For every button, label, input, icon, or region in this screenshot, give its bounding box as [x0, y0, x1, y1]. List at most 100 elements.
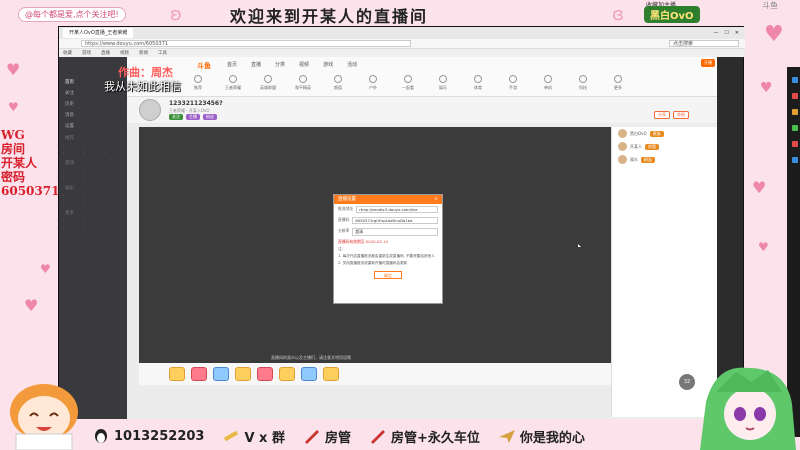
room-info: WG 房间 开某人 密码 6050371	[1, 128, 60, 198]
resolution-select[interactable]: 超清	[352, 228, 438, 236]
qq-contact: 1013252203	[92, 428, 204, 444]
window-controls: — ☐ ✕	[713, 30, 745, 36]
heart-icon: ♥	[40, 262, 51, 276]
gift-icon[interactable]	[235, 367, 251, 381]
rocket-icon	[304, 430, 319, 444]
heart-icon: ♥	[8, 100, 19, 114]
category-icon[interactable]: 单机	[537, 75, 559, 91]
heart-icon: ♥	[758, 240, 769, 254]
bookmarks-bar: 收藏 游戏 直播 视频 新闻 工具	[59, 49, 745, 57]
platform-watermark: 斗鱼	[762, 1, 778, 10]
search-input[interactable]: 点击搜索	[669, 40, 739, 47]
maximize-icon[interactable]: ☐	[724, 30, 728, 36]
pencil-icon	[224, 430, 239, 442]
browser-tab[interactable]: 开某人OvO直播_王者荣耀	[63, 28, 134, 38]
site-nav: 首页 直播 分类 视频 游戏 活动	[227, 61, 357, 68]
minimize-icon[interactable]: —	[713, 30, 718, 36]
penguin-icon	[95, 429, 107, 443]
category-icon[interactable]: 科技	[572, 75, 594, 91]
site-logo[interactable]: 斗鱼	[197, 61, 211, 71]
nav-item[interactable]: 直播	[251, 61, 261, 68]
gift-icon[interactable]	[191, 367, 207, 381]
category-icon[interactable]: 推荐	[187, 75, 209, 91]
room-tag[interactable]: 粉丝	[203, 114, 217, 120]
room-tags: 关注 主播 粉丝	[169, 114, 217, 120]
bottom-info-bar: 1013252203 V x 群 房管 房管+永久车位 你是我的心	[92, 424, 792, 448]
bookmark-item[interactable]: 游戏	[82, 50, 91, 56]
room-title: 123321123456?	[169, 100, 223, 107]
avatar[interactable]	[139, 99, 161, 121]
stream-key-input[interactable]: 6050371rgUFxpLoxDnuDa1ea	[352, 217, 438, 224]
app-icon[interactable]	[792, 77, 798, 83]
follow-label: @每个都是爱,点个关注吧!	[18, 7, 126, 22]
bookmark-item[interactable]: 视频	[120, 50, 129, 56]
manager-item: 房管	[303, 427, 351, 446]
user-avatar-icon	[618, 155, 627, 164]
close-icon[interactable]: ×	[434, 195, 438, 204]
list-item[interactable]: 黑白OvO 贵族	[612, 127, 717, 140]
live-indicator: 32	[679, 374, 695, 390]
category-icon[interactable]: 户外	[362, 75, 384, 91]
push-url-field: 推流地址 rtmp://sendtc3.douyu.com/live	[334, 204, 442, 215]
heart-icon: ♥	[24, 296, 39, 315]
url-input[interactable]: https://www.douyu.com/6050371	[81, 40, 411, 47]
app-icon[interactable]	[792, 125, 798, 131]
nav-item[interactable]: 活动	[347, 61, 357, 68]
app-icon[interactable]	[792, 141, 798, 147]
category-icon[interactable]: 王者荣耀	[222, 75, 244, 91]
gift-bar	[139, 363, 611, 385]
category-icon[interactable]: 娱乐	[432, 75, 454, 91]
category-icon[interactable]: 更多	[607, 75, 629, 91]
sidebar-item[interactable]: 消息	[59, 110, 127, 121]
bookmark-item[interactable]: 直播	[101, 50, 110, 56]
gift-icon[interactable]	[301, 367, 317, 381]
gift-icon[interactable]	[323, 367, 339, 381]
category-icons: 推荐 王者荣耀 英雄联盟 和平精英 颜值 户外 一起看 娱乐 体育 手游 单机 …	[187, 75, 629, 91]
bookmark-item[interactable]: 工具	[158, 50, 167, 56]
sidebar-item[interactable]: 历史	[59, 99, 127, 110]
nav-item[interactable]: 首页	[227, 61, 237, 68]
category-icon[interactable]: 一起看	[397, 75, 419, 91]
push-url-input[interactable]: rtmp://sendtc3.douyu.com/live	[356, 206, 438, 213]
room-tag[interactable]: 主播	[186, 114, 200, 120]
stream-title: 欢迎来到开某人的直播间	[230, 7, 429, 26]
start-live-button[interactable]: 开播	[701, 59, 715, 67]
bookmark-item[interactable]: 收藏	[63, 50, 72, 56]
category-icon[interactable]: 手游	[502, 75, 524, 91]
category-icon[interactable]: 体育	[467, 75, 489, 91]
app-icon[interactable]	[792, 109, 798, 115]
stream-frame: @每个都是爱,点个关注吧! 欢迎来到开某人的直播间 收藏加主播 黑白OvO 斗鱼…	[0, 0, 800, 450]
share-button[interactable]: 分享	[654, 111, 670, 119]
list-item[interactable]: 观众 粉丝	[612, 153, 717, 166]
site-sidebar: 首页 关注 历史 消息 设置 推荐 · · · · · · 游戏 · · · · · · 娱乐 · ·…	[59, 57, 127, 419]
app-icon[interactable]	[792, 157, 798, 163]
mouse-cursor-icon	[578, 244, 581, 247]
report-button[interactable]: 举报	[673, 111, 689, 119]
heart-icon: ♥	[760, 80, 773, 96]
note-line: 2. 关闭直播推流或重新开播时直播码会更新	[338, 261, 408, 265]
room-actions: 分享 举报	[654, 111, 689, 119]
streamer-badge: 黑白OvO	[644, 6, 700, 23]
gift-icon[interactable]	[213, 367, 229, 381]
category-icon[interactable]: 颜值	[327, 75, 349, 91]
nav-item[interactable]: 分类	[275, 61, 285, 68]
close-icon[interactable]: ✕	[735, 30, 739, 36]
gift-icon[interactable]	[169, 367, 185, 381]
nav-item[interactable]: 视频	[299, 61, 309, 68]
room-tag[interactable]: 关注	[169, 114, 183, 120]
top-banner: @每个都是爱,点个关注吧! 欢迎来到开某人的直播间 收藏加主播 黑白OvO 斗鱼	[0, 0, 800, 28]
bookmark-item[interactable]: 新闻	[139, 50, 148, 56]
site-header: 斗鱼 首页 直播 分类 视频 游戏 活动 开播 推荐 王者荣耀 英雄联盟 和平精…	[127, 57, 717, 97]
vx-group: V x 群	[222, 427, 285, 446]
confirm-button[interactable]: 确定	[374, 271, 402, 279]
nav-item[interactable]: 游戏	[323, 61, 333, 68]
browser-tabbar: 开某人OvO直播_王者荣耀 — ☐ ✕	[59, 27, 745, 39]
category-icon[interactable]: 和平精英	[292, 75, 314, 91]
category-icon[interactable]: 英雄联盟	[257, 75, 279, 91]
gift-icon[interactable]	[257, 367, 273, 381]
bunny-icon: ʚ	[170, 4, 182, 25]
list-item[interactable]: 开某人 房管	[612, 140, 717, 153]
gift-icon[interactable]	[279, 367, 295, 381]
app-icon[interactable]	[792, 93, 798, 99]
sidebar-item[interactable]: 设置	[59, 121, 127, 132]
